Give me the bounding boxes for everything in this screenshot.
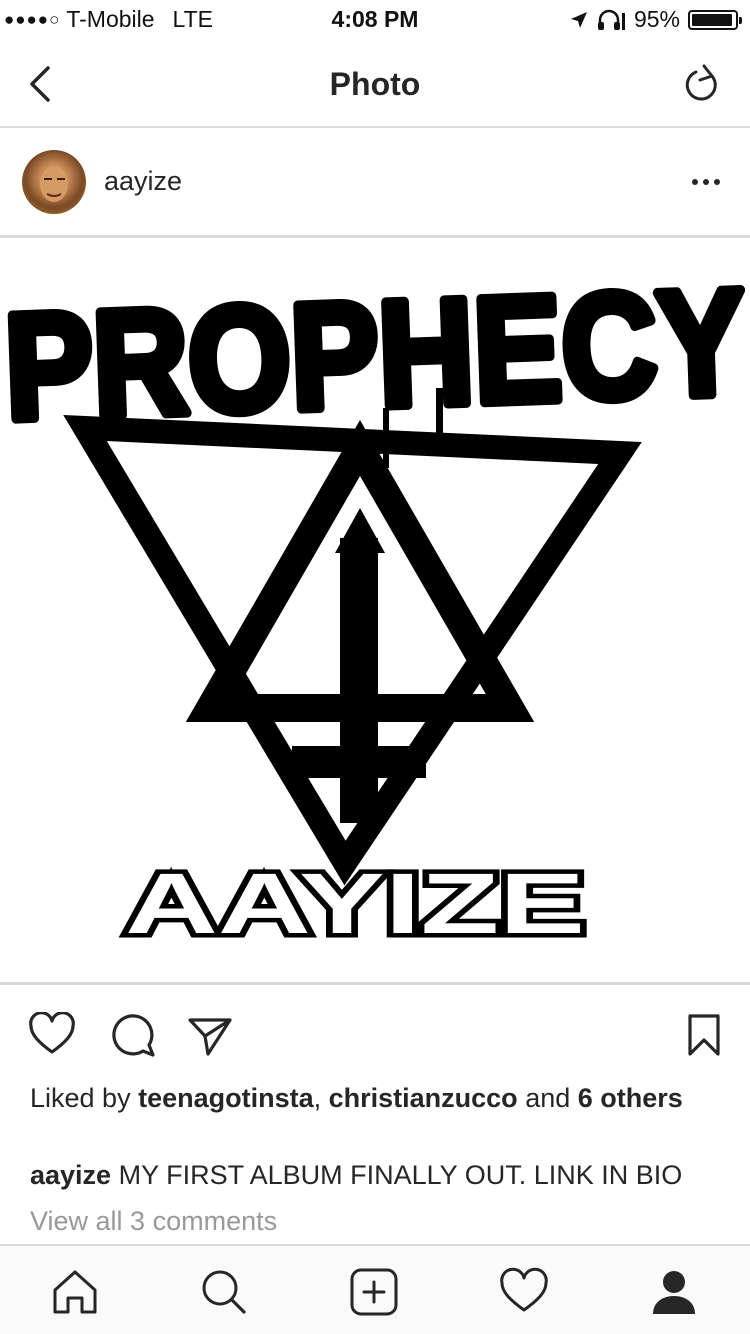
avatar-face-icon [40, 166, 68, 202]
paint-drip [383, 408, 389, 468]
home-icon [53, 1270, 97, 1314]
heart-icon [29, 1011, 75, 1054]
status-bar: ●●●●○ T-Mobile LTE 4:08 PM 95% [0, 0, 750, 40]
caption-text: MY FIRST ALBUM FINALLY OUT. LINK IN BIO [118, 1160, 683, 1190]
refresh-icon [685, 64, 717, 101]
artwork-artist-text: AAYIZE [125, 856, 585, 952]
share-icon [188, 1018, 232, 1056]
tab-profile[interactable] [646, 1264, 702, 1320]
tab-home[interactable] [47, 1264, 103, 1320]
likes-and: and [517, 1083, 578, 1113]
more-options-button[interactable] [690, 168, 724, 196]
album-artwork: PROPHECY AAYIZE [0, 252, 750, 956]
liker-username[interactable]: teenagotinsta [138, 1083, 314, 1113]
battery-icon [688, 9, 742, 30]
bookmark-icon [688, 1014, 720, 1056]
post-username[interactable]: aayize [104, 166, 182, 197]
tab-search[interactable] [196, 1264, 252, 1320]
paint-drip [436, 388, 443, 448]
location-arrow-icon [570, 11, 587, 28]
battery-fill [692, 13, 732, 26]
tab-bar [0, 1244, 750, 1334]
share-button[interactable] [186, 1012, 234, 1058]
cross-vertical-bar [340, 538, 378, 823]
save-button[interactable] [684, 1012, 724, 1058]
tab-add-post[interactable] [346, 1264, 402, 1320]
activity-heart-icon [500, 1267, 548, 1312]
battery-percent: 95% [633, 6, 680, 32]
post-caption: aayize MY FIRST ALBUM FINALLY OUT. LINK … [30, 1160, 730, 1191]
add-post-icon [350, 1268, 398, 1316]
status-right: 95% [570, 6, 742, 33]
caption-username[interactable]: aayize [30, 1160, 111, 1190]
cross-horizontal-bar [292, 746, 426, 778]
likes-prefix: Liked by [30, 1083, 139, 1113]
headphones-icon [597, 9, 625, 30]
page-title: Photo [329, 66, 421, 102]
avatar[interactable] [22, 150, 86, 214]
likes-summary: Liked by teenagotinsta, christianzucco a… [30, 1082, 710, 1114]
comment-icon [112, 1014, 155, 1057]
likes-others-link[interactable]: 6 others [578, 1083, 683, 1113]
search-icon [202, 1270, 246, 1314]
comment-button[interactable] [108, 1012, 156, 1058]
refresh-button[interactable] [682, 62, 722, 106]
artwork-title-text: PROPHECY [2, 257, 747, 451]
post-image[interactable]: PROPHECY AAYIZE [0, 235, 750, 985]
like-button[interactable] [28, 1011, 76, 1058]
view-comments-link[interactable]: View all 3 comments [30, 1206, 277, 1237]
profile-icon [653, 1271, 695, 1314]
liker-username[interactable]: christianzucco [329, 1083, 518, 1113]
likes-separator: , [313, 1083, 329, 1113]
nav-bar: Photo [0, 40, 750, 128]
more-options-icon [692, 179, 720, 185]
tab-activity[interactable] [496, 1264, 552, 1320]
